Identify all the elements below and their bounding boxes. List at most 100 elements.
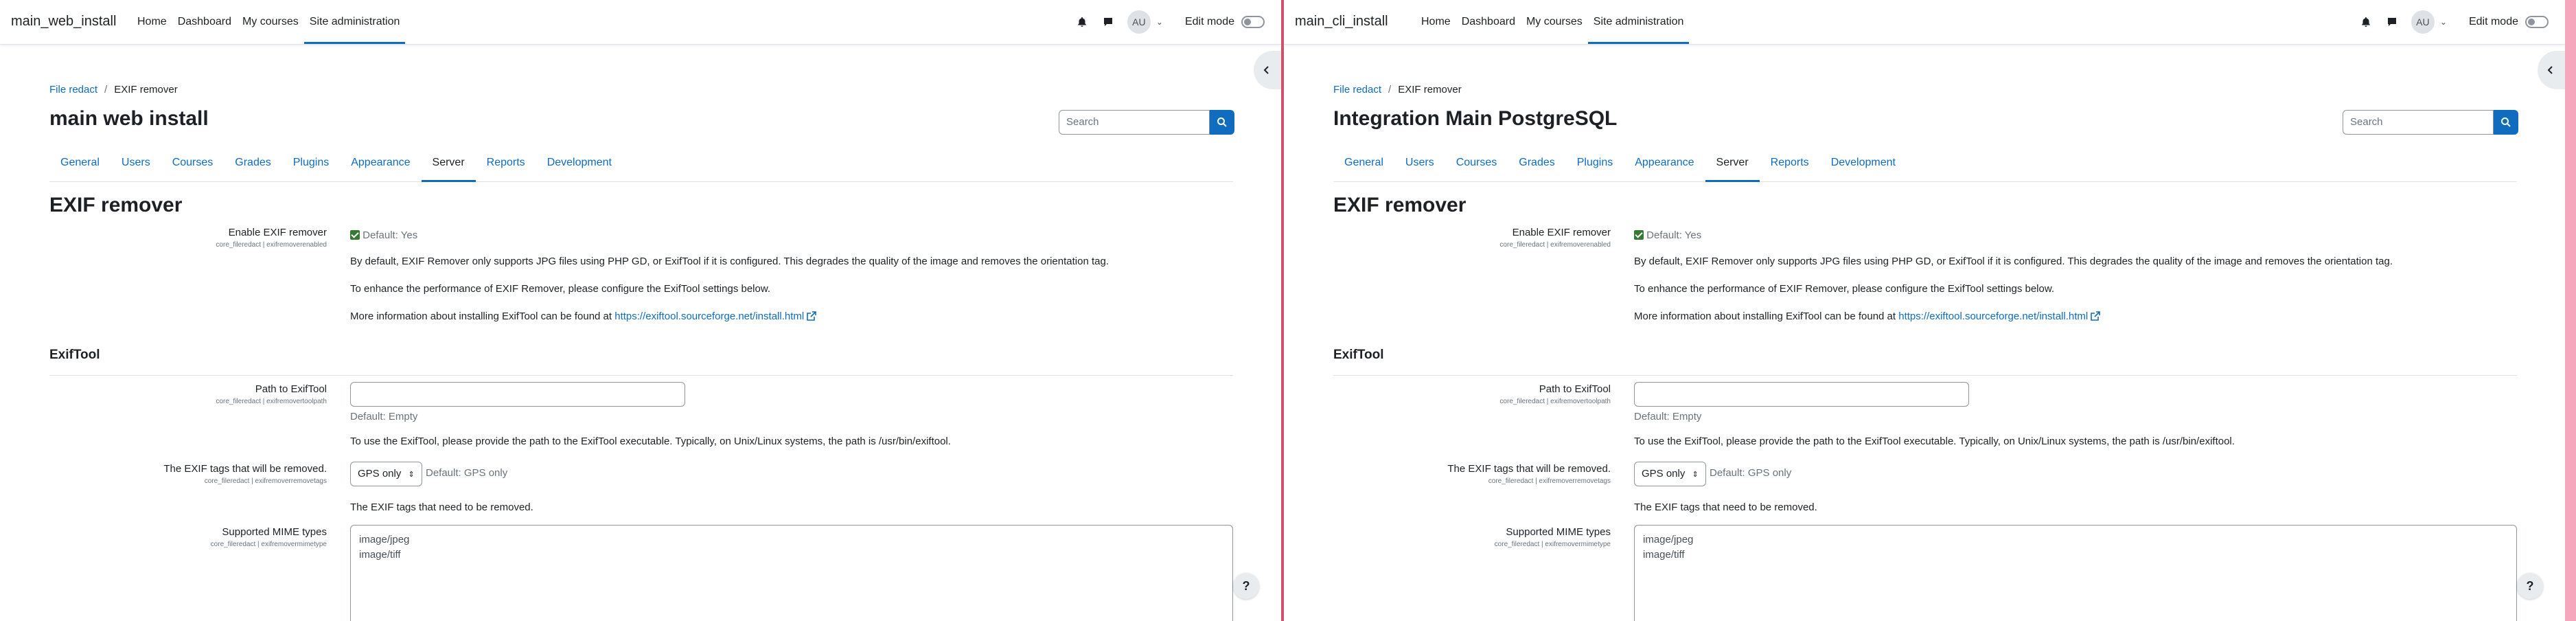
setting-tags-default: Default: GPS only: [426, 467, 508, 479]
tab-plugins[interactable]: Plugins: [1566, 147, 1624, 181]
exiftool-install-link[interactable]: https://exiftool.sourceforge.net/install…: [614, 310, 804, 322]
search-button[interactable]: [2494, 110, 2518, 135]
help-button[interactable]: ?: [2517, 573, 2543, 599]
exif-tags-select-value: GPS only: [358, 468, 402, 479]
divider: [49, 375, 1233, 376]
enable-exif-remover-checkbox[interactable]: [1634, 230, 1644, 240]
search-input[interactable]: Search: [2343, 110, 2494, 135]
exif-tags-select[interactable]: GPS only ⇕: [1634, 462, 1706, 486]
tab-appearance[interactable]: Appearance: [340, 147, 421, 181]
setting-mime-label: Supported MIME types core_fileredact | e…: [211, 526, 327, 548]
user-avatar[interactable]: AU: [2411, 10, 2435, 34]
setting-mime-label: Supported MIME types core_fileredact | e…: [1495, 526, 1611, 548]
chevron-down-icon[interactable]: ⌄: [2440, 17, 2447, 27]
setting-tags-key: core_fileredact | exifremoverremovetags: [204, 477, 327, 485]
nav-dashboard[interactable]: Dashboard: [1456, 0, 1521, 44]
tab-grades[interactable]: Grades: [1508, 147, 1565, 181]
select-arrows-icon: ⇕: [408, 471, 415, 479]
chevron-down-icon[interactable]: ⌄: [1156, 17, 1163, 27]
top-navbar: main_cli_install Home Dashboard My cours…: [1284, 0, 2565, 45]
nav-site-administration[interactable]: Site administration: [1587, 0, 1690, 44]
breadcrumb-separator: /: [104, 84, 108, 95]
admin-search: Search: [2343, 110, 2518, 135]
tab-general[interactable]: General: [49, 147, 111, 181]
setting-path-title: Path to ExifTool: [1539, 383, 1611, 395]
exiftool-path-input[interactable]: [1634, 382, 1969, 407]
description-paragraph-2: To enhance the performance of EXIF Remov…: [350, 283, 771, 295]
tab-users[interactable]: Users: [111, 147, 161, 181]
tab-general[interactable]: General: [1333, 147, 1394, 181]
tab-courses[interactable]: Courses: [161, 147, 225, 181]
setting-tags-title: The EXIF tags that will be removed.: [163, 463, 327, 475]
edit-mode-toggle[interactable]: [1241, 16, 1265, 28]
user-navigation: AU ⌄ Edit mode: [2359, 0, 2549, 44]
tab-server[interactable]: Server: [1705, 147, 1760, 182]
exiftool-install-link[interactable]: https://exiftool.sourceforge.net/install…: [1898, 310, 2088, 322]
description-paragraph-1: By default, EXIF Remover only supports J…: [1634, 256, 2393, 267]
bell-icon[interactable]: [1075, 15, 1089, 29]
section-title: EXIF remover: [1333, 194, 1467, 216]
description-paragraph-2: To enhance the performance of EXIF Remov…: [1634, 283, 2055, 295]
search-input[interactable]: Search: [1059, 110, 1210, 135]
enable-exif-remover-checkbox[interactable]: [350, 230, 360, 240]
section-title: EXIF remover: [49, 194, 183, 216]
setting-path-key: core_fileredact | exifremovertoolpath: [1499, 398, 1611, 405]
tab-users[interactable]: Users: [1394, 147, 1445, 181]
open-block-drawer-button[interactable]: [1254, 51, 1281, 89]
primary-navigation: Home Dashboard My courses Site administr…: [132, 0, 406, 44]
divider: [1333, 375, 2517, 376]
admin-search: Search: [1059, 110, 1234, 135]
tab-appearance[interactable]: Appearance: [1624, 147, 1705, 181]
setting-mime-title: Supported MIME types: [222, 526, 327, 538]
nav-home[interactable]: Home: [1416, 0, 1456, 44]
description-paragraph-1: By default, EXIF Remover only supports J…: [350, 256, 1109, 267]
tab-server[interactable]: Server: [421, 147, 476, 182]
open-block-drawer-button[interactable]: [2538, 51, 2565, 89]
tab-development[interactable]: Development: [536, 147, 623, 181]
setting-path-help: To use the ExifTool, please provide the …: [350, 436, 951, 447]
setting-path-default: Default: Empty: [1634, 411, 1702, 422]
user-avatar[interactable]: AU: [1127, 10, 1151, 34]
help-button[interactable]: ?: [1233, 573, 1259, 599]
breadcrumb-file-redact[interactable]: File redact: [1333, 84, 1381, 95]
site-name[interactable]: main_cli_install: [1295, 14, 1388, 30]
nav-dashboard[interactable]: Dashboard: [172, 0, 237, 44]
site-name[interactable]: main_web_install: [11, 14, 116, 30]
setting-tags-help: The EXIF tags that need to be removed.: [350, 501, 533, 513]
tab-reports[interactable]: Reports: [476, 147, 536, 181]
setting-path-help: To use the ExifTool, please provide the …: [1634, 436, 2235, 447]
tab-courses[interactable]: Courses: [1445, 147, 1508, 181]
search-button[interactable]: [1210, 110, 1234, 135]
exif-tags-select[interactable]: GPS only ⇕: [350, 462, 422, 486]
window-edge-right: [2565, 0, 2576, 621]
nav-my-courses[interactable]: My courses: [237, 0, 304, 44]
edit-mode-toggle[interactable]: [2525, 16, 2549, 28]
tab-reports[interactable]: Reports: [1760, 147, 1820, 181]
setting-tags-default: Default: GPS only: [1710, 467, 1792, 479]
nav-home[interactable]: Home: [132, 0, 172, 44]
exiftool-heading: ExifTool: [49, 348, 100, 362]
chat-icon[interactable]: [2385, 15, 2399, 29]
exiftool-heading: ExifTool: [1333, 348, 1384, 362]
breadcrumb-file-redact[interactable]: File redact: [49, 84, 97, 95]
breadcrumb-current: EXIF remover: [114, 84, 178, 95]
edit-mode-label: Edit mode: [1184, 16, 1234, 27]
mime-types-textarea[interactable]: image/jpeg image/tiff: [350, 525, 1233, 621]
bell-icon[interactable]: [2359, 15, 2373, 29]
setting-path-label: Path to ExifTool core_fileredact | exifr…: [216, 383, 327, 405]
mime-type-line: image/jpeg: [1643, 534, 1694, 545]
breadcrumb-separator: /: [1388, 84, 1392, 95]
nav-site-administration[interactable]: Site administration: [303, 0, 406, 44]
tab-plugins[interactable]: Plugins: [282, 147, 340, 181]
exiftool-path-input[interactable]: [350, 382, 685, 407]
mime-types-textarea[interactable]: image/jpeg image/tiff: [1634, 525, 2517, 621]
edit-mode-label: Edit mode: [2468, 16, 2518, 27]
tab-grades[interactable]: Grades: [224, 147, 281, 181]
nav-my-courses[interactable]: My courses: [1521, 0, 1588, 44]
mime-type-line: image/jpeg: [359, 534, 410, 545]
chat-icon[interactable]: [1101, 15, 1115, 29]
tab-development[interactable]: Development: [1820, 147, 1907, 181]
edit-mode-control: Edit mode: [1185, 16, 1265, 28]
breadcrumb: File redact / EXIF remover: [1333, 84, 1462, 95]
description-paragraph-3: More information about installing ExifTo…: [350, 310, 817, 322]
